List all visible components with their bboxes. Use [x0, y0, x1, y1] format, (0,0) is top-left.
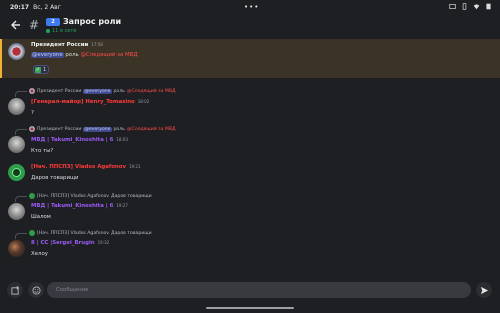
message-author[interactable]: [Генерал-майор] Henry_Tomasino 18:02 [31, 99, 149, 105]
emoji-icon [31, 285, 41, 295]
reply-author: Президент России [37, 126, 82, 132]
check-mark-icon: ✓ [35, 66, 41, 73]
reply-author: [Нач. ППСПЗ] Vlados Agafonov [37, 193, 110, 199]
more-dots-icon: ••• [244, 3, 260, 11]
message-author[interactable]: [Нач. ППСПЗ] Vlados Agafonov 19:21 [31, 164, 141, 170]
reply-author: [Нач. ППСПЗ] Vlados Agafonov [37, 230, 110, 236]
battery-icon [486, 3, 491, 10]
online-count-text: 11 в сети [52, 28, 77, 34]
message-timestamp: 19:32 [97, 240, 110, 245]
channel-header: # 2 Запрос роли › 11 в сети [0, 14, 500, 38]
reply-role-mention: @Следящий за МВД [126, 126, 176, 132]
avatar[interactable] [8, 136, 25, 153]
message-author[interactable]: МВД | Takumi_Kinoshita | 6 19:27 [31, 203, 128, 209]
role-mention[interactable]: @Следящий за МВД [80, 52, 137, 58]
message-list[interactable]: Президент России 17:58 @everyone роль @Сл… [0, 38, 500, 274]
gesture-nav-bar[interactable] [206, 307, 294, 309]
author-name: МВД | Takumi_Kinoshita | 6 [31, 137, 114, 143]
reply-spine [15, 196, 27, 202]
image-plus-icon [10, 285, 19, 295]
status-time: 20:17 [10, 3, 30, 11]
avatar[interactable] [8, 164, 25, 181]
vibrate-icon [462, 3, 467, 10]
reply-avatar [29, 193, 35, 199]
author-name: 8 | СС |Sergei_Brugin [31, 240, 95, 246]
reply-preview[interactable]: Президент России @everyone роль @Следящи… [29, 88, 176, 94]
message-author[interactable]: МВД | Takumi_Kinoshita | 6 18:03 [31, 137, 128, 143]
message-text: ? [31, 110, 34, 116]
avatar[interactable] [8, 43, 25, 60]
reply-avatar [29, 126, 35, 132]
reaction-chip[interactable]: ✓ 1 [33, 65, 49, 74]
reply-mention: @everyone [83, 126, 112, 132]
reply-avatar [29, 230, 35, 236]
status-date: Вс, 2 Авг [33, 3, 61, 11]
channel-hash-icon: # [29, 18, 40, 32]
message-body: @everyone роль @Следящий за МВД [31, 52, 138, 58]
reply-avatar [29, 88, 35, 94]
add-attachment-button[interactable] [7, 282, 23, 298]
author-name: [Генерал-майор] Henry_Tomasino [31, 99, 135, 105]
author-name: МВД | Takumi_Kinoshita | 6 [31, 203, 114, 209]
reply-preview[interactable]: [Нач. ППСПЗ] Vlados Agafonov Даров товар… [29, 230, 152, 236]
author-name: [Нач. ППСПЗ] Vlados Agafonov [31, 164, 126, 170]
reaction-count: 1 [43, 66, 47, 73]
wifi-icon [473, 4, 480, 10]
message-text: Шалом [31, 214, 51, 220]
reply-text: роль [113, 88, 125, 94]
reply-spine [15, 233, 27, 239]
reply-text: Даров товарищи [111, 193, 152, 199]
everyone-mention[interactable]: @everyone [31, 52, 64, 58]
reply-role-mention: @Следящий за МВД [126, 88, 176, 94]
message-timestamp: 19:21 [128, 164, 141, 169]
channel-emoji-badge: 2 [46, 18, 60, 26]
message-input[interactable]: Сообщение [47, 282, 471, 298]
online-count: 11 в сети [46, 28, 76, 34]
message-text: Даров товарищи [31, 175, 79, 181]
author-name: Президент России [31, 42, 89, 48]
send-icon [480, 286, 488, 294]
notification-mute-icon [449, 4, 456, 9]
status-bar: 20:17 Вс, 2 Авг ••• [0, 0, 500, 14]
message-text: Хелоу [31, 251, 48, 257]
message-timestamp: 18:03 [116, 137, 128, 142]
message-composer: Сообщение [0, 276, 500, 306]
send-button[interactable] [476, 282, 492, 298]
avatar[interactable] [8, 203, 25, 220]
message-timestamp: 18:02 [137, 99, 150, 104]
reply-preview[interactable]: [Нач. ППСПЗ] Vlados Agafonov Даров товар… [29, 193, 152, 199]
message-timestamp: 19:27 [116, 203, 128, 208]
reply-author: Президент России [37, 88, 82, 94]
reply-mention: @everyone [83, 88, 112, 94]
reply-spine [15, 91, 27, 97]
reply-text: роль [113, 126, 125, 132]
emoji-button[interactable] [28, 282, 44, 298]
message-timestamp: 17:58 [91, 42, 103, 47]
online-dot-icon [46, 29, 50, 33]
back-arrow-icon[interactable] [10, 19, 22, 31]
message-author[interactable]: 8 | СС |Sergei_Brugin 19:32 [31, 240, 109, 246]
status-icons [449, 3, 492, 10]
avatar[interactable] [8, 240, 25, 257]
reply-preview[interactable]: Президент России @everyone роль @Следящи… [29, 126, 176, 132]
chevron-right-icon[interactable]: › [112, 17, 115, 26]
reply-text: Даров товарищи [111, 230, 152, 236]
message-author[interactable]: Президент России 17:58 [31, 42, 103, 48]
avatar-emblem-icon [12, 168, 21, 177]
message-text: роль [65, 52, 79, 58]
message-text: Кто ты? [31, 148, 54, 154]
reply-spine [15, 129, 27, 135]
avatar[interactable] [8, 98, 25, 115]
